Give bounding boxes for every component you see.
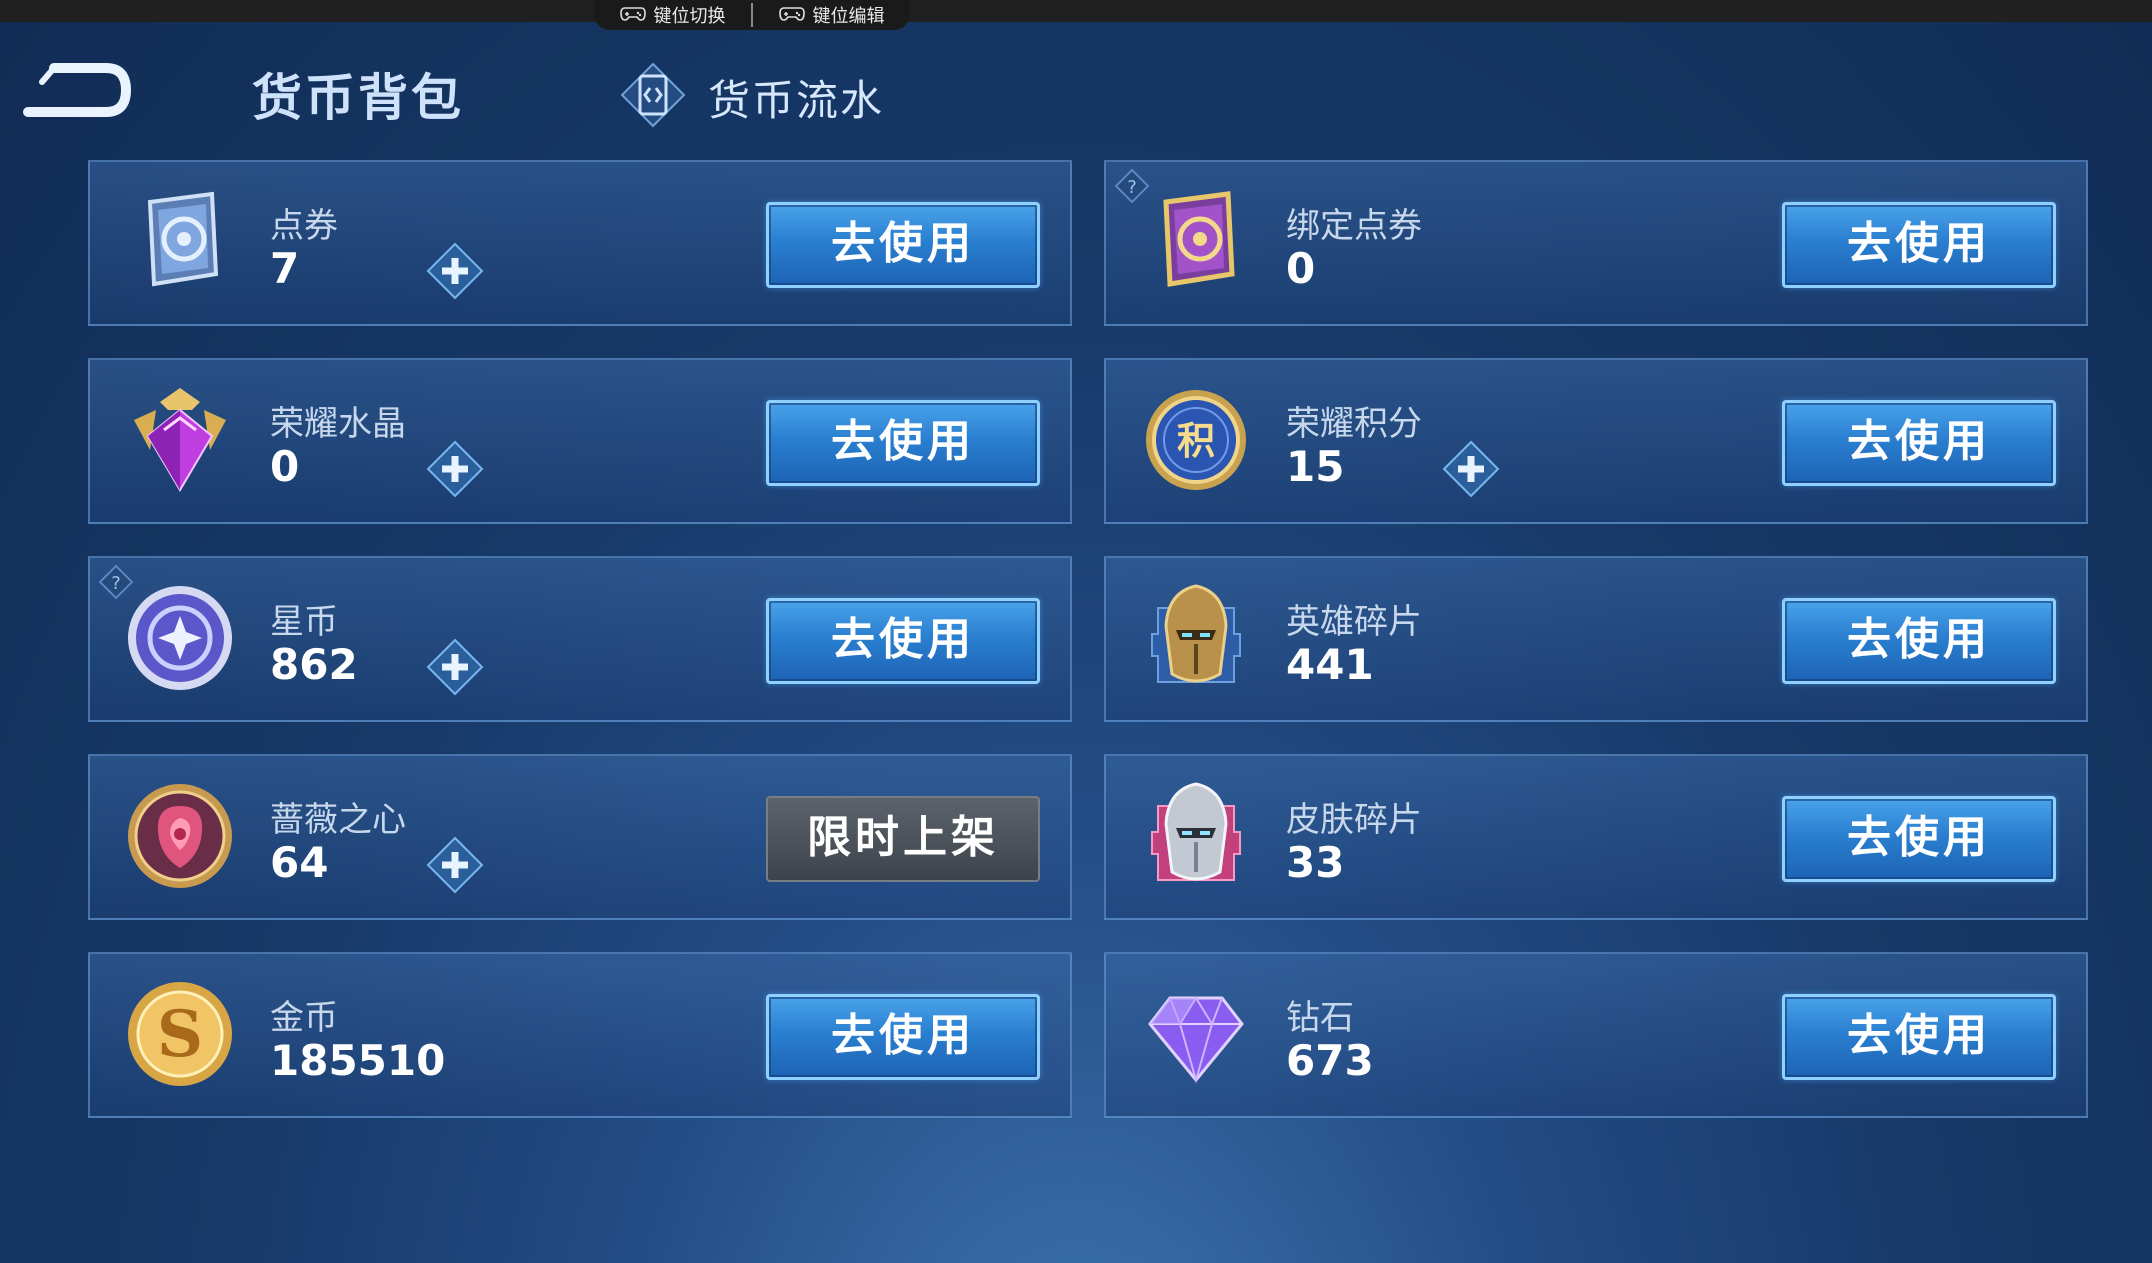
star-coin-icon: [128, 586, 232, 690]
glory-crystal-icon: [134, 388, 226, 492]
currency-item-rose-heart: 蔷薇之心 64 限时上架: [88, 754, 1072, 920]
currency-name: 荣耀积分: [1286, 404, 1422, 444]
top-system-bar: [0, 0, 2152, 22]
gamepad-icon: [778, 4, 805, 27]
back-button[interactable]: [14, 60, 134, 124]
rose-heart-icon: [128, 784, 232, 888]
key-edit-tab[interactable]: 键位编辑: [753, 0, 910, 30]
currency-item-skin-fragment: 皮肤碎片 33 去使用: [1104, 754, 2088, 920]
currency-value: 7: [270, 244, 300, 293]
plus-icon[interactable]: [424, 636, 486, 698]
currency-name: 蔷薇之心: [270, 800, 406, 840]
currency-value: 0: [1286, 244, 1316, 293]
currency-value: 64: [270, 838, 329, 887]
plus-icon[interactable]: [424, 240, 486, 302]
plus-icon[interactable]: [424, 834, 486, 896]
currency-value: 673: [1286, 1036, 1374, 1085]
currency-name: 星币: [270, 602, 338, 642]
bound-coupon-icon: [1163, 191, 1235, 287]
plus-icon[interactable]: [1440, 438, 1502, 500]
currency-value: 185510: [270, 1036, 446, 1085]
currency-name: 皮肤碎片: [1286, 800, 1422, 840]
currency-flow-label: 货币流水: [708, 75, 885, 125]
currency-item-glory-crystal: 荣耀水晶 0 去使用: [88, 358, 1072, 524]
currency-value: 0: [270, 442, 300, 491]
use-button[interactable]: 去使用: [1782, 994, 2056, 1080]
key-switch-tab[interactable]: 键位切换: [594, 0, 751, 30]
currency-item-hero-fragment: 英雄碎片 441 去使用: [1104, 556, 2088, 722]
currency-name: 英雄碎片: [1286, 602, 1422, 642]
back-arrow-icon: [23, 63, 132, 117]
use-button[interactable]: 去使用: [1782, 400, 2056, 486]
currency-flow-tab[interactable]: 货币流水: [618, 60, 884, 134]
currency-name: 点券: [270, 206, 338, 246]
currency-value: 33: [1286, 838, 1345, 887]
currency-item-gold-coin: S 金币 185510 去使用: [88, 952, 1072, 1118]
use-button[interactable]: 去使用: [766, 202, 1040, 288]
key-switch-label: 键位切换: [653, 6, 726, 27]
key-edit-label: 键位编辑: [812, 6, 885, 27]
page-title: 货币背包: [252, 69, 464, 127]
svg-text:S: S: [157, 997, 203, 1072]
currency-name: 荣耀水晶: [270, 404, 406, 444]
use-button[interactable]: 去使用: [766, 400, 1040, 486]
currency-item-glory-points: 积 荣耀积分 15 去使用: [1104, 358, 2088, 524]
plus-icon[interactable]: [424, 438, 486, 500]
hero-fragment-icon: [1151, 584, 1241, 683]
currency-value: 15: [1286, 442, 1345, 491]
currency-value: 441: [1286, 640, 1374, 689]
diamond-icon: [1148, 996, 1244, 1084]
currency-name: 绑定点券: [1286, 206, 1422, 246]
currency-flow-icon: [618, 60, 688, 134]
use-button[interactable]: 去使用: [1782, 796, 2056, 882]
skin-fragment-icon: [1151, 782, 1241, 881]
svg-text:积: 积: [1177, 419, 1215, 463]
currency-item-diamond: 钻石 673 去使用: [1104, 952, 2088, 1118]
gamepad-icon: [619, 4, 646, 27]
currency-name: 钻石: [1286, 998, 1354, 1038]
use-button[interactable]: 去使用: [766, 994, 1040, 1080]
currency-name: 金币: [270, 998, 338, 1038]
limited-time-button[interactable]: 限时上架: [766, 796, 1040, 882]
key-mapping-tabs: 键位切换 键位编辑: [594, 0, 910, 30]
currency-item-coupon: 点券 7 去使用: [88, 160, 1072, 326]
currency-value: 862: [270, 640, 358, 689]
glory-points-icon: 积: [1146, 390, 1246, 490]
use-button[interactable]: 去使用: [1782, 202, 2056, 288]
use-button[interactable]: 去使用: [766, 598, 1040, 684]
currency-item-bound-coupon: ? 绑定点券 0 去使用: [1104, 160, 2088, 326]
currency-item-star-coin: ? 星币 862 去使用: [88, 556, 1072, 722]
coupon-icon: [147, 191, 219, 287]
gold-coin-icon: S: [128, 982, 232, 1086]
use-button[interactable]: 去使用: [1782, 598, 2056, 684]
